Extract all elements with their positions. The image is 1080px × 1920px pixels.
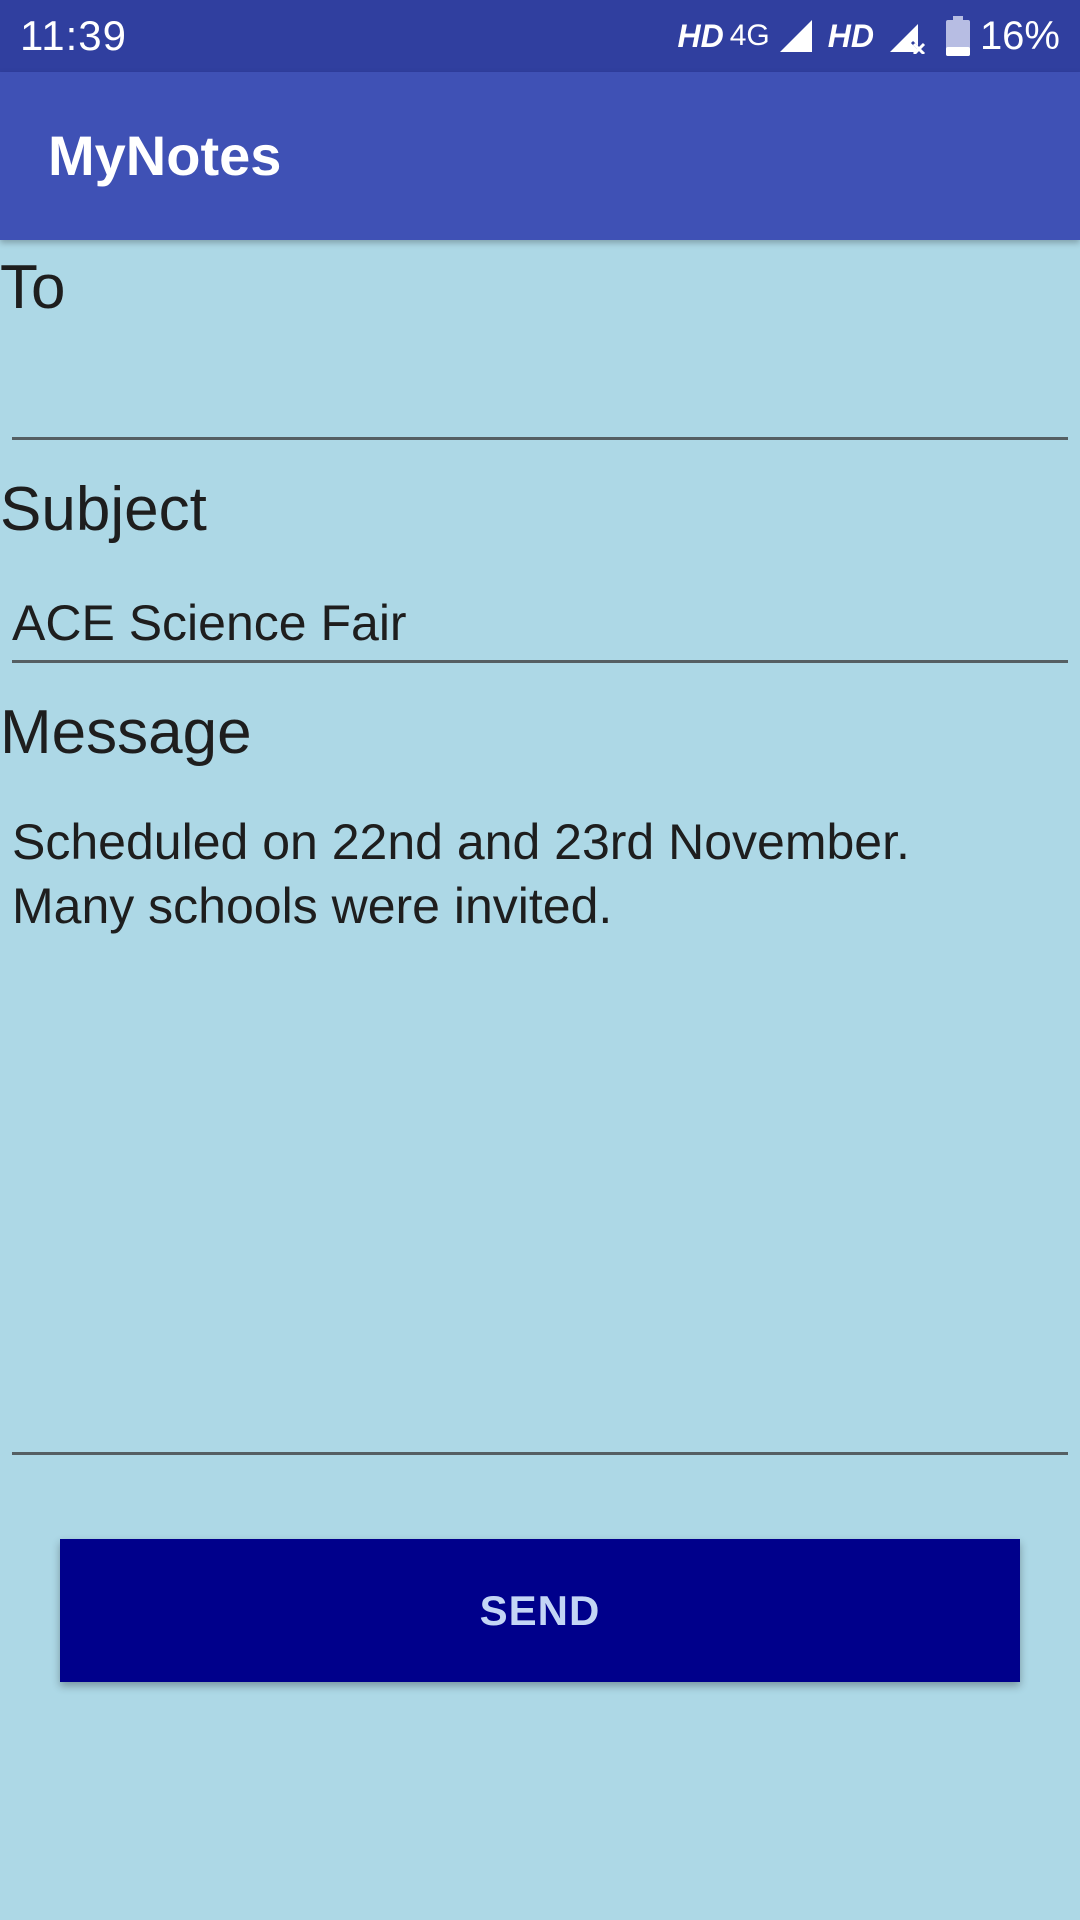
message-line: Scheduled on 22nd and 23rd November. (12, 814, 910, 870)
message-input[interactable]: Scheduled on 22nd and 23rd November. Man… (12, 810, 1068, 1455)
to-label: To (0, 253, 66, 322)
subject-input[interactable] (12, 585, 1068, 663)
signal-no-service-icon (889, 24, 925, 54)
status-bar: 11:39 HD 4G HD 16% (0, 0, 1080, 72)
status-icons: HD 4G HD 16% (677, 10, 1060, 62)
app-bar: MyNotes (0, 72, 1080, 240)
send-button[interactable]: SEND (60, 1539, 1020, 1682)
battery-icon (945, 16, 970, 56)
status-time: 11:39 (20, 12, 127, 59)
message-line: Many schools were invited. (12, 878, 613, 934)
signal-full-icon (779, 20, 812, 52)
to-input[interactable] (12, 360, 1068, 440)
subject-label: Subject (0, 475, 207, 544)
hd-label-secondary: HD (827, 18, 874, 54)
message-label: Message (0, 698, 252, 767)
battery-percent: 16% (979, 14, 1060, 58)
hd-label: HD (677, 18, 724, 54)
network-type-label: 4G (729, 19, 770, 52)
app-title: MyNotes (48, 124, 282, 187)
